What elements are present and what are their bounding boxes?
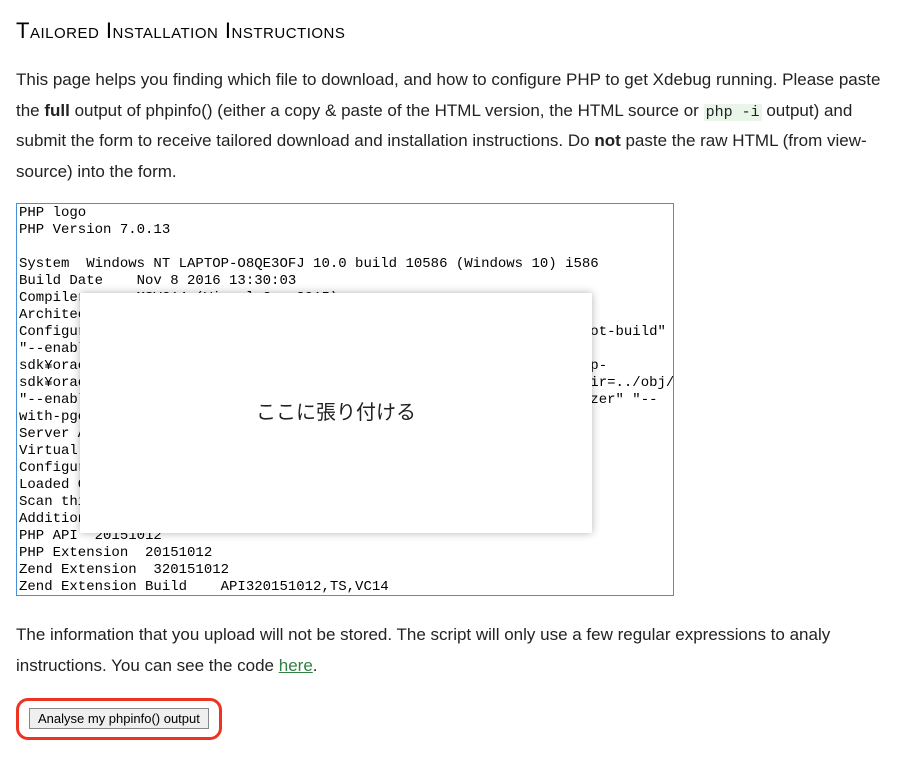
info-text-2: . [313, 656, 318, 675]
intro-not: not [594, 131, 620, 150]
intro-text-2: output of phpinfo() (either a copy & pas… [70, 101, 704, 120]
textarea-container: ここに張り付ける [16, 203, 676, 598]
info-paragraph: The information that you upload will not… [16, 620, 907, 681]
phpinfo-textarea[interactable] [16, 203, 674, 596]
page-title: Tailored Installation Instructions [16, 14, 907, 47]
info-text-1: The information that you upload will not… [16, 625, 830, 675]
intro-code: php -i [704, 104, 762, 121]
intro-paragraph: This page helps you finding which file t… [16, 65, 907, 187]
intro-full: full [44, 101, 70, 120]
code-link[interactable]: here [279, 656, 313, 675]
analyse-button[interactable]: Analyse my phpinfo() output [29, 708, 209, 729]
action-highlight-box: Analyse my phpinfo() output [16, 698, 222, 740]
